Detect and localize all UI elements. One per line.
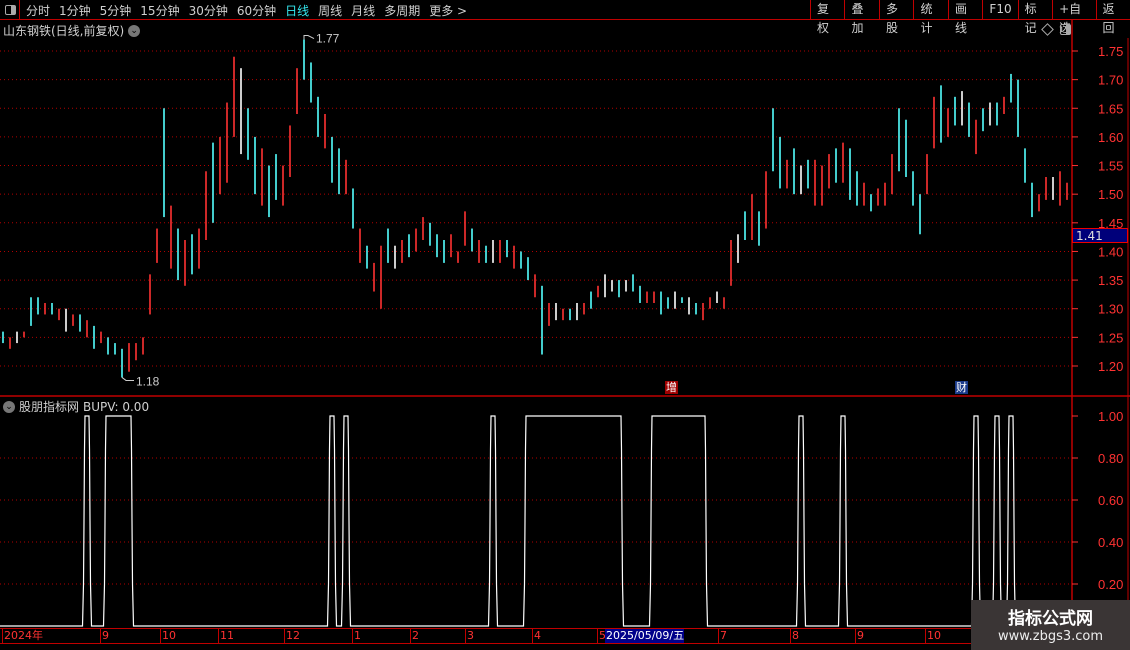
price-tick-label: 1.75 <box>1098 44 1123 59</box>
low-price-label: 1.18 <box>136 374 160 388</box>
date-tick-label: 4 <box>532 629 541 643</box>
indicator-tick-label: 1.00 <box>1098 409 1123 424</box>
date-tick-label: 11 <box>218 629 234 643</box>
watermark-title: 指标公式网 <box>1008 609 1093 629</box>
indicator-readout: BUPV: 0.00 <box>83 399 150 414</box>
indicator-title: ⌄ 股朋指标网 BUPV: 0.00 <box>3 398 149 415</box>
price-tick-label: 1.30 <box>1098 302 1123 317</box>
indicator-name: 股朋指标网 <box>19 400 80 414</box>
marker-cai[interactable]: 财 <box>955 381 968 394</box>
marker-zeng[interactable]: 增 <box>665 381 678 394</box>
date-tick-label: 9 <box>855 629 864 643</box>
price-tick-label: 1.35 <box>1098 273 1123 288</box>
price-tick-label: 1.55 <box>1098 159 1123 174</box>
date-crosshair-label: 2025/05/09/五 <box>605 629 685 643</box>
price-tick-label: 1.20 <box>1098 359 1123 374</box>
bupv-line <box>0 415 1070 627</box>
price-tick-label: 1.40 <box>1098 244 1123 259</box>
date-tick-label: 2024年 <box>2 629 43 643</box>
date-tick-label: 9 <box>100 629 109 643</box>
price-tick-label: 1.65 <box>1098 101 1123 116</box>
indicator-tick-label: 0.60 <box>1098 493 1123 508</box>
date-axis: 2024年 9 10 11 12 1 2 3 4 5 7 8 9 10 2025/05/09/五 <box>0 628 1072 644</box>
date-tick-label: 12 <box>284 629 300 643</box>
date-tick-label: 7 <box>718 629 727 643</box>
date-tick-label: 10 <box>925 629 941 643</box>
watermark: 指标公式网 www.zbgs3.com <box>971 600 1130 650</box>
indicator-tick-label: 0.80 <box>1098 451 1123 466</box>
date-tick-label: 3 <box>465 629 474 643</box>
low-marker-icon <box>121 377 134 381</box>
price-tick-label: 1.50 <box>1098 187 1123 202</box>
price-tick-label: 1.60 <box>1098 130 1123 145</box>
price-tick-label: 1.70 <box>1098 73 1123 88</box>
date-tick-label: 8 <box>790 629 799 643</box>
watermark-url: www.zbgs3.com <box>997 629 1104 644</box>
price-tick-label: 1.25 <box>1098 330 1123 345</box>
indicator-tick-label: 0.40 <box>1098 535 1123 550</box>
current-price-label: 1.41 <box>1072 228 1128 243</box>
date-tick-label: 10 <box>160 629 176 643</box>
price-chart[interactable]: 1.201.251.301.351.401.451.501.551.601.65… <box>0 0 1130 650</box>
date-tick-label: 1 <box>352 629 361 643</box>
indicator-tick-label: 0.20 <box>1098 577 1123 592</box>
date-tick-label: 2 <box>410 629 419 643</box>
chevron-down-icon[interactable]: ⌄ <box>3 400 15 413</box>
high-marker-icon <box>303 35 315 40</box>
high-price-label: 1.77 <box>316 32 340 46</box>
